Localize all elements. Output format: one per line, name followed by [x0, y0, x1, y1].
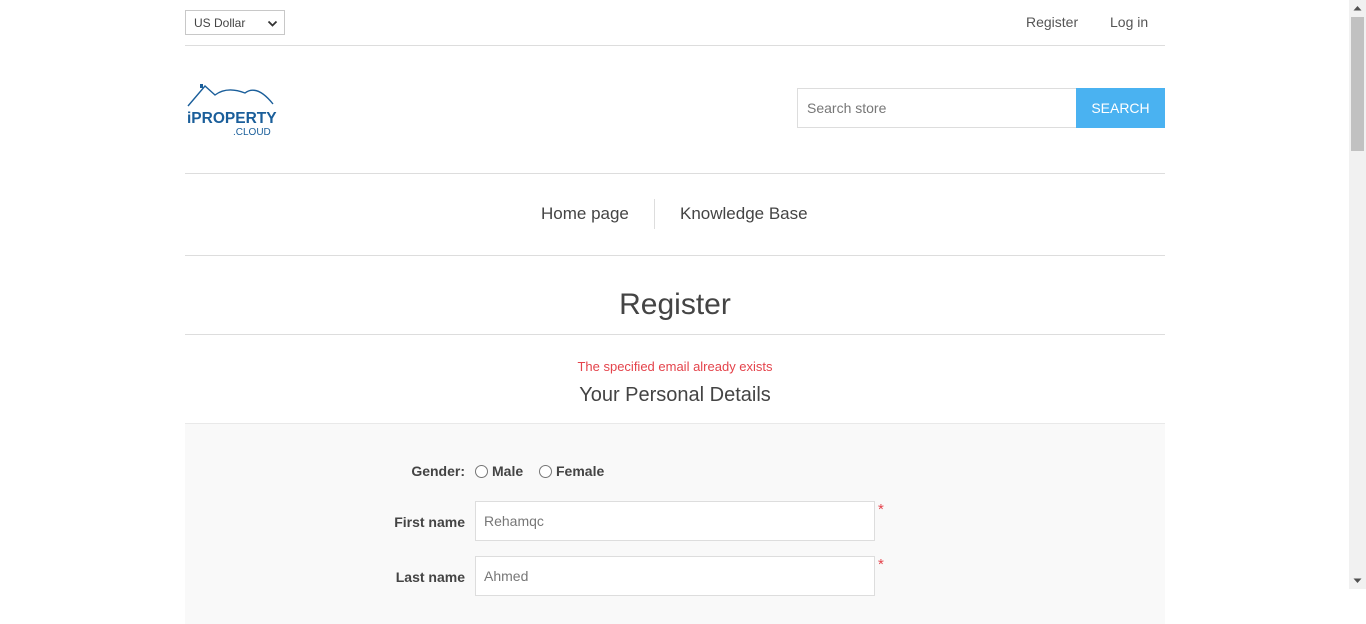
- gender-female-radio[interactable]: [539, 465, 552, 478]
- search-input[interactable]: Search store: [797, 88, 1077, 128]
- currency-selector[interactable]: US Dollar: [185, 10, 285, 35]
- scroll-up-arrow-icon[interactable]: [1349, 0, 1366, 17]
- last-name-label: Last name: [395, 569, 465, 585]
- menu-item-knowledge-base[interactable]: Knowledge Base: [680, 204, 808, 224]
- gender-label: Gender:: [411, 463, 465, 479]
- first-name-required-mark: *: [878, 501, 884, 518]
- personal-details-form: Gender: Male Female First name Rehamqc *…: [185, 423, 1165, 624]
- logo-main-text: iPROPERTY: [187, 110, 277, 127]
- page-title: Register: [619, 288, 731, 321]
- currency-value: US Dollar: [194, 15, 246, 30]
- menu-divider: [654, 199, 655, 229]
- last-name-field[interactable]: Ahmed: [475, 556, 875, 596]
- gender-female-label[interactable]: Female: [556, 463, 604, 479]
- first-name-label: First name: [394, 514, 465, 530]
- scroll-down-arrow-icon[interactable]: [1349, 572, 1366, 589]
- first-name-field[interactable]: Rehamqc: [475, 501, 875, 541]
- chevron-down-icon: [267, 20, 278, 27]
- search-button-label: SEARCH: [1091, 100, 1150, 116]
- vertical-scrollbar[interactable]: [1349, 0, 1366, 589]
- site-logo[interactable]: iPROPERTY .CLOUD: [187, 82, 282, 138]
- top-menu: Home page Knowledge Base: [185, 173, 1165, 256]
- gender-male-radio[interactable]: [475, 465, 488, 478]
- title-divider: [185, 334, 1165, 335]
- scrollbar-thumb[interactable]: [1351, 17, 1364, 151]
- register-link[interactable]: Register: [1026, 14, 1078, 30]
- login-link[interactable]: Log in: [1110, 14, 1148, 30]
- menu-item-home[interactable]: Home page: [541, 204, 629, 224]
- search-button[interactable]: SEARCH: [1076, 88, 1165, 128]
- search-placeholder: Search store: [807, 100, 887, 116]
- error-message: The specified email already exists: [577, 359, 773, 374]
- gender-male-label[interactable]: Male: [492, 463, 523, 479]
- logo-sub-text: .CLOUD: [233, 127, 271, 138]
- logo-graphic: iPROPERTY .CLOUD: [187, 84, 277, 138]
- header-links-bar: US Dollar Register Log in: [185, 0, 1165, 46]
- section-title: Your Personal Details: [579, 384, 771, 406]
- last-name-value: Ahmed: [484, 568, 529, 584]
- last-name-required-mark: *: [878, 556, 884, 573]
- first-name-value: Rehamqc: [484, 513, 544, 529]
